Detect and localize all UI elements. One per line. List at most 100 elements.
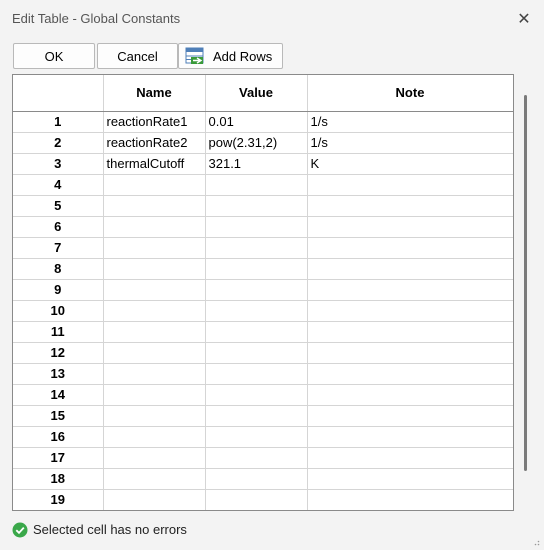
note-cell[interactable] [307,216,513,238]
row-number-cell[interactable]: 8 [13,258,104,280]
row-number-cell[interactable]: 15 [13,405,104,427]
close-icon[interactable]: ✕ [504,0,544,38]
row-number-cell[interactable]: 6 [13,216,104,238]
name-cell[interactable]: reactionRate2 [103,132,206,154]
row-number-cell[interactable]: 1 [13,111,104,133]
name-cell[interactable] [103,363,206,385]
value-cell[interactable] [205,468,308,490]
note-cell[interactable]: 1/s [307,132,513,154]
name-cell[interactable] [103,237,206,259]
value-cell[interactable] [205,321,308,343]
note-cell[interactable] [307,468,513,490]
name-cell[interactable] [103,258,206,280]
table-row: 2 reactionRate2 pow(2.31,2) 1/s [13,132,513,154]
name-cell[interactable]: reactionRate1 [103,111,206,133]
name-cell[interactable] [103,174,206,196]
value-cell[interactable] [205,405,308,427]
name-cell[interactable] [103,489,206,510]
note-cell[interactable]: 1/s [307,111,513,133]
note-cell[interactable]: K [307,153,513,175]
edit-table-dialog: Edit Table - Global Constants ✕ OK Cance… [0,0,544,550]
row-number-cell[interactable]: 4 [13,174,104,196]
note-cell[interactable] [307,489,513,510]
note-cell[interactable] [307,384,513,406]
note-cell[interactable] [307,258,513,280]
table-row: 7 [13,237,513,259]
ok-button[interactable]: OK [13,43,95,69]
table-row: 18 [13,468,513,490]
value-cell[interactable] [205,342,308,364]
name-cell[interactable] [103,195,206,217]
value-cell[interactable] [205,195,308,217]
vertical-scrollbar[interactable] [516,74,530,511]
value-cell[interactable] [205,426,308,448]
row-number-cell[interactable]: 19 [13,489,104,510]
column-header-note[interactable]: Note [307,75,513,112]
note-cell[interactable] [307,300,513,322]
note-cell[interactable] [307,426,513,448]
table-row: 4 [13,174,513,196]
value-cell[interactable] [205,384,308,406]
row-number-cell[interactable]: 9 [13,279,104,301]
table-row: 3 thermalCutoff 321.1 K [13,153,513,175]
value-cell[interactable] [205,300,308,322]
table-row: 14 [13,384,513,406]
row-number-cell[interactable]: 17 [13,447,104,469]
column-header-name[interactable]: Name [103,75,206,112]
row-number-cell[interactable]: 5 [13,195,104,217]
name-cell[interactable] [103,384,206,406]
note-cell[interactable] [307,321,513,343]
value-cell[interactable]: pow(2.31,2) [205,132,308,154]
note-cell[interactable] [307,174,513,196]
note-cell[interactable] [307,279,513,301]
note-cell[interactable] [307,447,513,469]
row-number-cell[interactable]: 7 [13,237,104,259]
name-cell[interactable] [103,426,206,448]
cancel-button[interactable]: Cancel [97,43,178,69]
row-number-cell[interactable]: 10 [13,300,104,322]
row-number-cell[interactable]: 18 [13,468,104,490]
value-cell[interactable]: 321.1 [205,153,308,175]
note-cell[interactable] [307,405,513,427]
table-row: 8 [13,258,513,280]
column-header-value[interactable]: Value [205,75,308,112]
title-bar: Edit Table - Global Constants ✕ [0,0,544,38]
row-number-cell[interactable]: 13 [13,363,104,385]
table-row: 19 [13,489,513,510]
table-row: 10 [13,300,513,322]
name-cell[interactable] [103,279,206,301]
row-number-cell[interactable]: 11 [13,321,104,343]
add-rows-icon [185,47,204,64]
value-cell[interactable] [205,216,308,238]
name-cell[interactable] [103,405,206,427]
add-rows-button[interactable]: Add Rows [178,43,283,69]
name-cell[interactable] [103,321,206,343]
scrollbar-thumb[interactable] [524,95,527,471]
note-cell[interactable] [307,195,513,217]
row-number-cell[interactable]: 12 [13,342,104,364]
value-cell[interactable] [205,174,308,196]
resize-grip-icon[interactable] [532,538,540,546]
name-cell[interactable] [103,342,206,364]
name-cell[interactable] [103,216,206,238]
table-row: 17 [13,447,513,469]
row-number-cell[interactable]: 3 [13,153,104,175]
name-cell[interactable]: thermalCutoff [103,153,206,175]
row-number-cell[interactable]: 2 [13,132,104,154]
value-cell[interactable] [205,363,308,385]
note-cell[interactable] [307,363,513,385]
value-cell[interactable] [205,237,308,259]
value-cell[interactable]: 0.01 [205,111,308,133]
value-cell[interactable] [205,279,308,301]
name-cell[interactable] [103,447,206,469]
table-row: 12 [13,342,513,364]
row-number-cell[interactable]: 14 [13,384,104,406]
row-number-cell[interactable]: 16 [13,426,104,448]
value-cell[interactable] [205,258,308,280]
value-cell[interactable] [205,489,308,510]
name-cell[interactable] [103,300,206,322]
note-cell[interactable] [307,342,513,364]
value-cell[interactable] [205,447,308,469]
name-cell[interactable] [103,468,206,490]
note-cell[interactable] [307,237,513,259]
